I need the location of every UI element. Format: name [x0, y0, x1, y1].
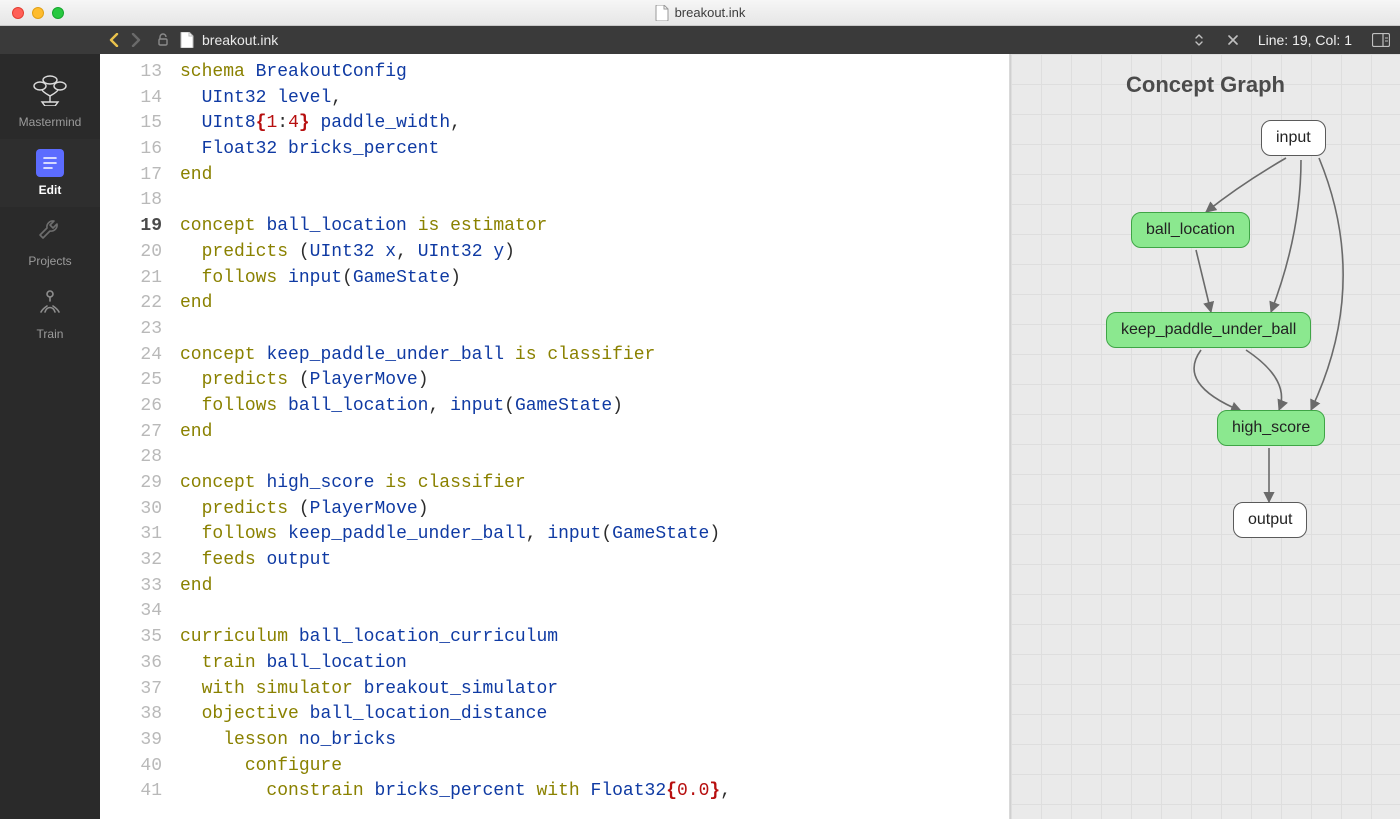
- line-number: 28: [100, 445, 162, 471]
- line-number: 33: [100, 574, 162, 600]
- nav-forward-icon[interactable]: [130, 33, 142, 47]
- graph-node-output[interactable]: output: [1233, 502, 1307, 538]
- tab-filename[interactable]: breakout.ink: [202, 32, 278, 48]
- line-number: 17: [100, 163, 162, 189]
- code-line[interactable]: curriculum ball_location_curriculum: [180, 625, 731, 651]
- window-titlebar: breakout.ink: [0, 0, 1400, 26]
- line-number: 37: [100, 677, 162, 703]
- concept-graph-panel: Concept Graph: [1010, 54, 1400, 819]
- line-number: 34: [100, 599, 162, 625]
- code-line[interactable]: feeds output: [180, 548, 731, 574]
- line-number: 20: [100, 240, 162, 266]
- window-zoom-button[interactable]: [52, 7, 64, 19]
- line-number: 31: [100, 522, 162, 548]
- sidebar-item-edit[interactable]: Edit: [0, 139, 100, 207]
- code-line[interactable]: [180, 599, 731, 625]
- graph-node-ball-location[interactable]: ball_location: [1131, 212, 1250, 248]
- line-number: 23: [100, 317, 162, 343]
- line-number: 19: [100, 214, 162, 240]
- graph-node-keep-paddle-under-ball[interactable]: keep_paddle_under_ball: [1106, 312, 1311, 348]
- left-sidebar: Mastermind Edit Projects Train: [0, 54, 100, 819]
- code-editor[interactable]: 1314151617181920212223242526272829303132…: [100, 54, 1009, 819]
- code-line[interactable]: end: [180, 163, 731, 189]
- code-line[interactable]: follows keep_paddle_under_ball, input(Ga…: [180, 522, 731, 548]
- code-line[interactable]: end: [180, 291, 731, 317]
- wrench-icon: [36, 217, 64, 245]
- panel-toggle-icon[interactable]: [1362, 33, 1400, 47]
- sidebar-item-label: Train: [0, 327, 100, 341]
- code-line[interactable]: UInt8{1:4} paddle_width,: [180, 111, 731, 137]
- sidebar-item-label: Projects: [0, 254, 100, 268]
- line-number: 41: [100, 779, 162, 805]
- code-line[interactable]: concept keep_paddle_under_ball is classi…: [180, 343, 731, 369]
- line-number: 14: [100, 86, 162, 112]
- code-line[interactable]: train ball_location: [180, 651, 731, 677]
- code-line[interactable]: [180, 317, 731, 343]
- line-number: 21: [100, 266, 162, 292]
- code-line[interactable]: Float32 bricks_percent: [180, 137, 731, 163]
- code-line[interactable]: concept ball_location is estimator: [180, 214, 731, 240]
- graph-node-high-score[interactable]: high_score: [1217, 410, 1325, 446]
- code-line[interactable]: follows input(GameState): [180, 266, 731, 292]
- edit-icon: [36, 149, 64, 177]
- line-number: 36: [100, 651, 162, 677]
- document-icon: [655, 5, 669, 21]
- editor-toolbar: breakout.ink Line: 19, Col: 1: [0, 26, 1400, 54]
- line-number: 32: [100, 548, 162, 574]
- line-number: 39: [100, 728, 162, 754]
- sidebar-item-train[interactable]: Train: [0, 278, 100, 351]
- bonsai-icon: [28, 72, 72, 106]
- code-line[interactable]: schema BreakoutConfig: [180, 60, 731, 86]
- line-number: 38: [100, 702, 162, 728]
- line-number: 30: [100, 497, 162, 523]
- lock-icon[interactable]: [156, 33, 170, 47]
- code-line[interactable]: end: [180, 574, 731, 600]
- code-line[interactable]: [180, 188, 731, 214]
- line-number: 13: [100, 60, 162, 86]
- window-minimize-button[interactable]: [32, 7, 44, 19]
- window-title: breakout.ink: [675, 5, 746, 20]
- code-line[interactable]: [180, 445, 731, 471]
- sidebar-item-label: Mastermind: [0, 115, 100, 129]
- code-line[interactable]: end: [180, 420, 731, 446]
- code-area[interactable]: schema BreakoutConfig UInt32 level, UInt…: [180, 54, 731, 819]
- tab-close-icon[interactable]: [1218, 35, 1248, 45]
- line-number: 26: [100, 394, 162, 420]
- code-line[interactable]: follows ball_location, input(GameState): [180, 394, 731, 420]
- code-line[interactable]: predicts (PlayerMove): [180, 497, 731, 523]
- graph-node-input[interactable]: input: [1261, 120, 1326, 156]
- code-line[interactable]: constrain bricks_percent with Float32{0.…: [180, 779, 731, 805]
- code-line[interactable]: predicts (UInt32 x, UInt32 y): [180, 240, 731, 266]
- code-line[interactable]: objective ball_location_distance: [180, 702, 731, 728]
- tab-document-icon: [180, 32, 194, 48]
- line-number: 27: [100, 420, 162, 446]
- code-line[interactable]: predicts (PlayerMove): [180, 368, 731, 394]
- sidebar-item-mastermind[interactable]: Mastermind: [0, 62, 100, 139]
- line-number: 18: [100, 188, 162, 214]
- graph-edges: [1011, 54, 1400, 819]
- line-number: 16: [100, 137, 162, 163]
- code-line[interactable]: configure: [180, 754, 731, 780]
- code-line[interactable]: concept high_score is classifier: [180, 471, 731, 497]
- sidebar-item-label: Edit: [0, 183, 100, 197]
- line-number: 22: [100, 291, 162, 317]
- cursor-position-status: Line: 19, Col: 1: [1248, 32, 1362, 48]
- line-number: 29: [100, 471, 162, 497]
- window-close-button[interactable]: [12, 7, 24, 19]
- code-line[interactable]: lesson no_bricks: [180, 728, 731, 754]
- line-number: 15: [100, 111, 162, 137]
- nav-back-icon[interactable]: [108, 33, 120, 47]
- tab-dropdown-icon[interactable]: [1194, 34, 1210, 46]
- code-line[interactable]: UInt32 level,: [180, 86, 731, 112]
- line-number: 40: [100, 754, 162, 780]
- code-line[interactable]: with simulator breakout_simulator: [180, 677, 731, 703]
- line-number: 25: [100, 368, 162, 394]
- seal-icon: [35, 288, 65, 318]
- sidebar-item-projects[interactable]: Projects: [0, 207, 100, 278]
- line-number: 24: [100, 343, 162, 369]
- line-number: 35: [100, 625, 162, 651]
- line-number-gutter: 1314151617181920212223242526272829303132…: [100, 54, 180, 819]
